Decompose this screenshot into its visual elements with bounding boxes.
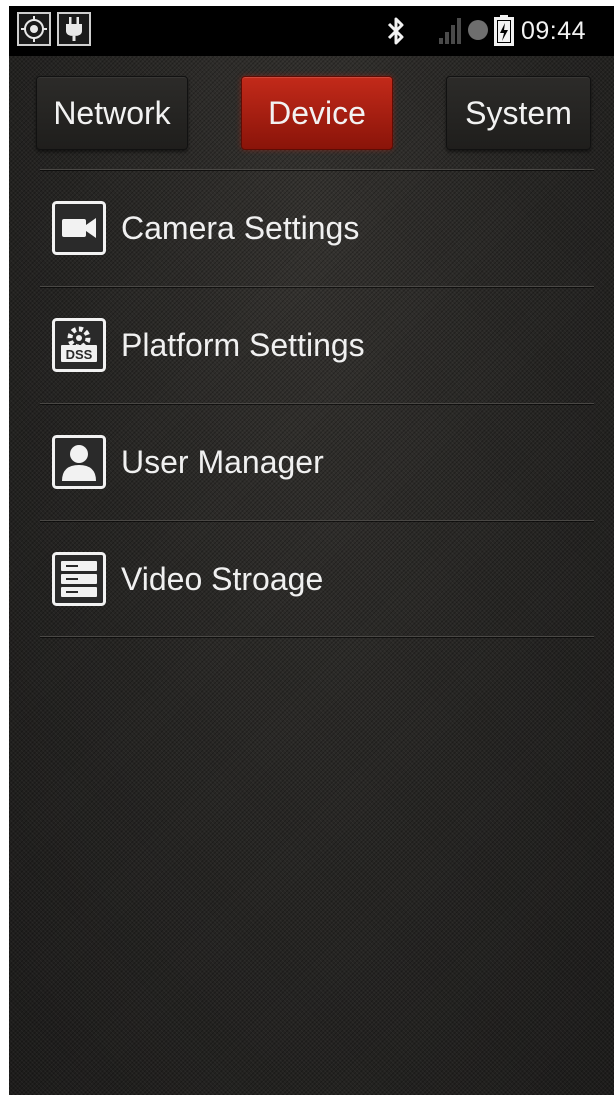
camera-icon [52, 201, 106, 255]
user-icon [52, 435, 106, 489]
gps-target-icon [17, 12, 51, 46]
menu-item-label: Platform Settings [121, 327, 365, 363]
divider [40, 286, 594, 287]
divider [40, 636, 594, 637]
bluetooth-icon [387, 17, 404, 45]
status-bar: 09:44 [9, 6, 614, 56]
menu-item-camera-settings[interactable]: Camera Settings [40, 172, 594, 284]
power-plug-icon [57, 12, 91, 46]
screen: 09:44 Network Device System Camera Setti… [9, 6, 614, 1095]
status-dot-icon [468, 20, 488, 40]
tab-device[interactable]: Device [241, 76, 393, 150]
battery-charging-icon [494, 15, 514, 46]
dss-label: DSS [66, 347, 93, 362]
menu-item-label: Camera Settings [121, 210, 360, 246]
storage-icon [52, 552, 106, 606]
divider [40, 403, 594, 404]
status-clock: 09:44 [521, 17, 587, 45]
menu-item-video-storage[interactable]: Video Stroage [40, 523, 594, 635]
tab-network[interactable]: Network [36, 76, 188, 150]
menu-item-label: User Manager [121, 444, 324, 480]
menu-item-platform-settings[interactable]: DSS Platform Settings [40, 289, 594, 401]
menu-item-label: Video Stroage [121, 561, 324, 597]
tab-system[interactable]: System [446, 76, 591, 150]
dss-platform-icon: DSS [52, 318, 106, 372]
divider [40, 520, 594, 521]
menu-item-user-manager[interactable]: User Manager [40, 406, 594, 518]
divider [40, 169, 594, 170]
signal-bars-icon [439, 18, 461, 44]
